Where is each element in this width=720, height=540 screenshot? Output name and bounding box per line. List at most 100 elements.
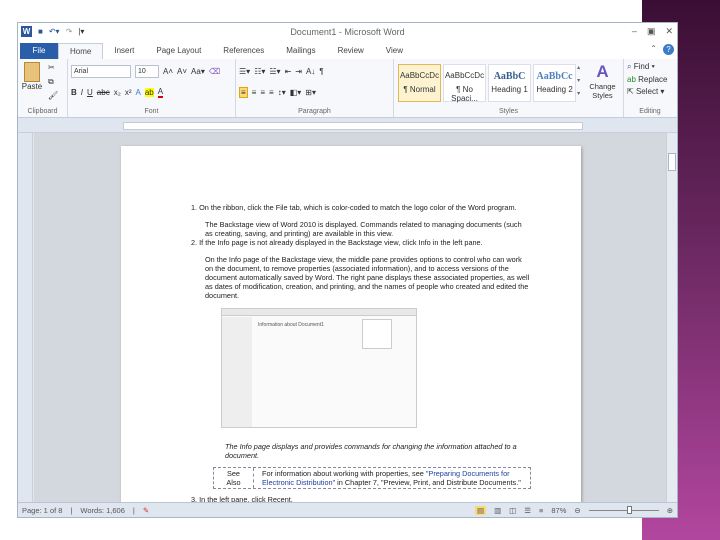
zoom-level[interactable]: 87% xyxy=(551,506,566,515)
select-button[interactable]: ⇱ Select ▾ xyxy=(627,87,673,96)
zoom-slider-thumb[interactable] xyxy=(626,505,632,514)
vertical-scrollbar[interactable] xyxy=(666,133,677,504)
clear-formatting-icon[interactable]: ⌫ xyxy=(209,67,220,76)
font-group-label: Font xyxy=(144,108,159,115)
align-left-icon[interactable]: ≡ xyxy=(239,86,248,98)
zoom-out-icon[interactable]: ⊖ xyxy=(574,506,580,515)
bullets-icon[interactable]: ☰▾ xyxy=(239,67,250,76)
change-styles-icon: A xyxy=(596,62,609,81)
window-title: Document1 - Microsoft Word xyxy=(290,27,405,37)
line-spacing-icon[interactable]: ↕▾ xyxy=(278,88,286,97)
style-no-spacing[interactable]: AaBbCcDc ¶ No Spaci... xyxy=(443,64,487,103)
justify-icon[interactable]: ≡ xyxy=(269,88,274,97)
screenshot-caption: The Info page displays and provides comm… xyxy=(225,442,517,460)
minimize-button[interactable]: – xyxy=(632,26,637,37)
change-styles-button[interactable]: A Change Styles xyxy=(585,62,620,114)
tab-review[interactable]: Review xyxy=(327,43,375,59)
zoom-slider[interactable] xyxy=(588,505,659,514)
tab-mailings[interactable]: Mailings xyxy=(275,43,326,59)
style-name: Heading 1 xyxy=(491,85,528,94)
styles-scroll[interactable]: ▴ ▾ ▾ xyxy=(577,62,585,114)
align-center-icon[interactable]: ≡ xyxy=(252,88,257,97)
style-name: ¶ Normal xyxy=(403,85,436,94)
tab-references[interactable]: References xyxy=(212,43,275,59)
multilevel-list-icon[interactable]: ☱▾ xyxy=(269,67,280,76)
show-formatting-icon[interactable]: ¶ xyxy=(319,67,323,76)
font-name-combo[interactable]: Arial xyxy=(71,64,131,78)
find-button[interactable]: ⌕ Find ▾ xyxy=(627,62,673,72)
tab-file[interactable]: File xyxy=(20,43,58,59)
close-button[interactable]: ✕ xyxy=(665,26,673,37)
style-heading-2[interactable]: AaBbCc Heading 2 xyxy=(533,64,577,102)
replace-button[interactable]: ab Replace xyxy=(627,75,673,84)
zoom-in-icon[interactable]: ⊕ xyxy=(667,506,673,515)
document-page[interactable]: 1. On the ribbon, click the File tab, wh… xyxy=(121,146,581,504)
change-case-icon[interactable]: Aa▾ xyxy=(191,67,205,76)
horizontal-ruler[interactable] xyxy=(18,118,677,133)
scroll-thumb[interactable] xyxy=(668,153,676,171)
shrink-font-icon[interactable]: A˅ xyxy=(177,67,187,76)
paste-button[interactable]: Paste xyxy=(21,62,43,91)
select-icon: ⇱ xyxy=(627,87,634,96)
replace-icon: ab xyxy=(627,75,636,84)
sort-icon[interactable]: A↓ xyxy=(306,67,315,76)
highlight-icon[interactable]: ab xyxy=(144,87,154,97)
clipboard-group: Paste ✂ ⧉ 🖌 Clipboard xyxy=(18,59,68,117)
cut-icon[interactable]: ✂ xyxy=(48,63,55,72)
see-also-text-end: in Chapter 7, "Preview, Print, and Distr… xyxy=(335,478,521,487)
strikethrough-icon[interactable]: abc xyxy=(97,88,110,97)
font-size-combo[interactable]: 10 xyxy=(135,64,159,78)
style-normal[interactable]: AaBbCcDc ¶ Normal xyxy=(398,64,442,102)
numbering-icon[interactable]: ☷▾ xyxy=(254,67,265,76)
style-heading-1[interactable]: AaBbC Heading 1 xyxy=(488,64,532,102)
draft-icon[interactable]: ≡ xyxy=(539,506,543,515)
step-1: 1. On the ribbon, click the File tab, wh… xyxy=(191,203,517,212)
document-area: 1. On the ribbon, click the File tab, wh… xyxy=(34,133,668,504)
screenshot-title: Information about Document1 xyxy=(258,322,324,328)
paragraph-group-label: Paragraph xyxy=(298,108,331,115)
borders-icon[interactable]: ⊞▾ xyxy=(305,88,316,97)
help-icon[interactable]: ? xyxy=(663,44,674,55)
tab-page-layout[interactable]: Page Layout xyxy=(145,43,212,59)
tab-view[interactable]: View xyxy=(375,43,414,59)
underline-icon[interactable]: U xyxy=(87,88,93,97)
styles-group: AaBbCcDc ¶ Normal AaBbCcDc ¶ No Spaci... A… xyxy=(394,59,624,117)
minimize-ribbon-icon[interactable]: ⌃ xyxy=(650,44,657,53)
proofing-icon[interactable]: ✎ xyxy=(143,506,149,515)
ribbon-tabs: File Home Insert Page Layout References … xyxy=(18,41,677,59)
select-label: Select xyxy=(635,87,659,96)
superscript-icon[interactable]: x² xyxy=(125,88,132,97)
tab-insert[interactable]: Insert xyxy=(103,43,145,59)
paste-icon xyxy=(24,62,40,82)
vertical-ruler[interactable] xyxy=(18,133,33,504)
tab-home[interactable]: Home xyxy=(58,43,104,59)
web-layout-icon[interactable]: ◫ xyxy=(509,506,516,515)
maximize-button[interactable]: ▣ xyxy=(647,26,656,37)
change-styles-label: Change Styles xyxy=(589,82,616,100)
subscript-icon[interactable]: x₂ xyxy=(114,88,121,97)
find-label: Find xyxy=(633,62,650,71)
align-right-icon[interactable]: ≡ xyxy=(260,88,265,97)
format-painter-icon[interactable]: 🖌 xyxy=(48,91,58,100)
word-window: W ■ ↶▾ ↷ |▾ Document1 - Microsoft Word –… xyxy=(17,22,678,518)
bold-icon[interactable]: B xyxy=(71,88,77,97)
styles-group-label: Styles xyxy=(498,108,519,115)
shading-icon[interactable]: ◧▾ xyxy=(290,88,302,97)
word-count[interactable]: Words: 1,606 xyxy=(80,506,124,515)
paragraph-group: ☰▾ ☷▾ ☱▾ ⇤ ⇥ A↓ ¶ ≡ ≡ ≡ ≡ ↕▾ ◧▾ ⊞▾ Paragraph xyxy=(236,59,394,117)
outline-icon[interactable]: ☰ xyxy=(524,506,531,515)
print-layout-icon[interactable]: ▤ xyxy=(474,505,487,515)
grow-font-icon[interactable]: A˄ xyxy=(163,67,173,76)
full-screen-reading-icon[interactable]: ▥ xyxy=(494,506,501,515)
editing-group: ⌕ Find ▾ ab Replace ⇱ Select ▾ Editing xyxy=(624,59,676,117)
copy-icon[interactable]: ⧉ xyxy=(48,77,54,87)
style-name: Heading 2 xyxy=(536,85,573,94)
increase-indent-icon[interactable]: ⇥ xyxy=(295,67,302,76)
page-count[interactable]: Page: 1 of 8 xyxy=(22,506,62,515)
decrease-indent-icon[interactable]: ⇤ xyxy=(285,67,292,76)
font-color-icon[interactable]: A xyxy=(157,87,164,98)
italic-icon[interactable]: I xyxy=(81,88,83,97)
text-effects-icon[interactable]: A xyxy=(135,88,140,97)
see-also-text: For information about working with prope… xyxy=(262,469,426,478)
clipboard-group-label: Clipboard xyxy=(27,108,58,115)
